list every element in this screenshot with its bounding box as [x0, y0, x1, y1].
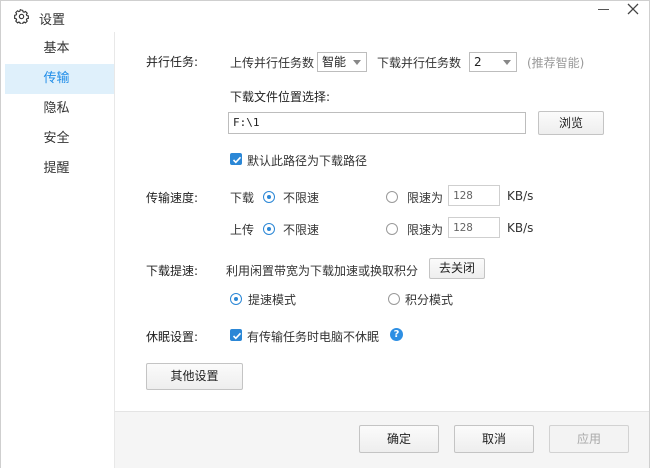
sleep-section-label: 休眠设置:	[146, 330, 199, 344]
upload-parallel-label: 上传并行任务数	[230, 56, 315, 70]
download-parallel-value: 2	[474, 55, 482, 69]
checkmark-icon	[232, 156, 242, 164]
transfer-settings-panel: 并行任务: 上传并行任务数 智能 下载并行任务数 2 (推荐智能) 下载文件位置…	[114, 32, 649, 412]
download-path-input[interactable]: F:\1	[228, 112, 526, 134]
download-parallel-label: 下载并行任务数	[377, 56, 462, 70]
sidebar-item-basic[interactable]: 基本	[5, 34, 114, 64]
ok-button[interactable]: 确定	[359, 425, 439, 453]
download-parallel-select[interactable]: 2	[469, 52, 517, 72]
parallel-hint: (推荐智能)	[527, 56, 585, 70]
default-path-label: 默认此路径为下载路径	[247, 154, 368, 168]
help-icon[interactable]: ?	[390, 328, 403, 341]
boost-points-mode-label: 积分模式	[405, 293, 454, 307]
upload-speed-label: 上传	[230, 223, 255, 237]
dialog-footer: 确定 取消 应用	[114, 411, 649, 468]
download-limit-label: 限速为	[407, 191, 444, 205]
upload-limit-input[interactable]: 128	[448, 217, 500, 238]
boost-speed-mode-label: 提速模式	[248, 293, 297, 307]
no-sleep-checkbox[interactable]	[230, 329, 242, 341]
upload-unlimited-radio[interactable]	[263, 223, 275, 235]
boost-points-mode-radio[interactable]	[388, 293, 400, 305]
upload-limit-label: 限速为	[407, 223, 444, 237]
download-limit-radio[interactable]	[386, 191, 398, 203]
upload-unlimited-label: 不限速	[283, 223, 320, 237]
upload-parallel-select[interactable]: 智能	[317, 52, 367, 72]
sidebar-item-transfer[interactable]: 传输	[5, 64, 114, 94]
boost-speed-mode-radio[interactable]	[230, 293, 242, 305]
default-path-checkbox[interactable]	[230, 153, 242, 165]
upload-limit-unit: KB/s	[507, 221, 534, 235]
settings-window: 设置 基本 传输 隐私 安全 提醒 并行任务: 上传并行任务数 智能 下载并行任…	[0, 0, 650, 468]
sidebar-item-security[interactable]: 安全	[5, 124, 114, 154]
close-icon	[627, 3, 639, 15]
speed-section-label: 传输速度:	[146, 191, 199, 205]
upload-parallel-value: 智能	[322, 55, 347, 69]
no-sleep-label: 有传输任务时电脑不休眠	[247, 330, 380, 344]
apply-button[interactable]: 应用	[549, 425, 629, 453]
chevron-down-icon	[503, 60, 511, 65]
settings-sidebar: 基本 传输 隐私 安全 提醒	[1, 32, 114, 468]
sidebar-item-privacy[interactable]: 隐私	[5, 94, 114, 124]
download-limit-unit: KB/s	[507, 189, 534, 203]
chevron-down-icon	[353, 60, 361, 65]
parallel-section-label: 并行任务:	[146, 55, 199, 69]
window-title: 设置	[39, 13, 66, 28]
sidebar-item-reminder[interactable]: 提醒	[5, 154, 114, 184]
upload-limit-radio[interactable]	[386, 223, 398, 235]
title-bar: 设置	[1, 1, 649, 32]
download-limit-input[interactable]: 128	[448, 185, 500, 206]
close-button[interactable]	[623, 1, 643, 19]
download-unlimited-label: 不限速	[283, 191, 320, 205]
minimize-button[interactable]	[595, 1, 615, 17]
download-unlimited-radio[interactable]	[263, 191, 275, 203]
gear-icon	[14, 8, 29, 25]
browse-button[interactable]: 浏览	[538, 111, 604, 135]
other-settings-button[interactable]: 其他设置	[146, 363, 243, 390]
boost-section-label: 下载提速:	[146, 264, 199, 278]
download-location-label: 下载文件位置选择:	[230, 90, 331, 104]
boost-description: 利用闲置带宽为下载加速或换取积分	[226, 264, 419, 278]
download-speed-label: 下载	[230, 191, 255, 205]
cancel-button[interactable]: 取消	[454, 425, 534, 453]
boost-close-button[interactable]: 去关闭	[429, 258, 485, 279]
checkmark-icon	[232, 332, 242, 340]
